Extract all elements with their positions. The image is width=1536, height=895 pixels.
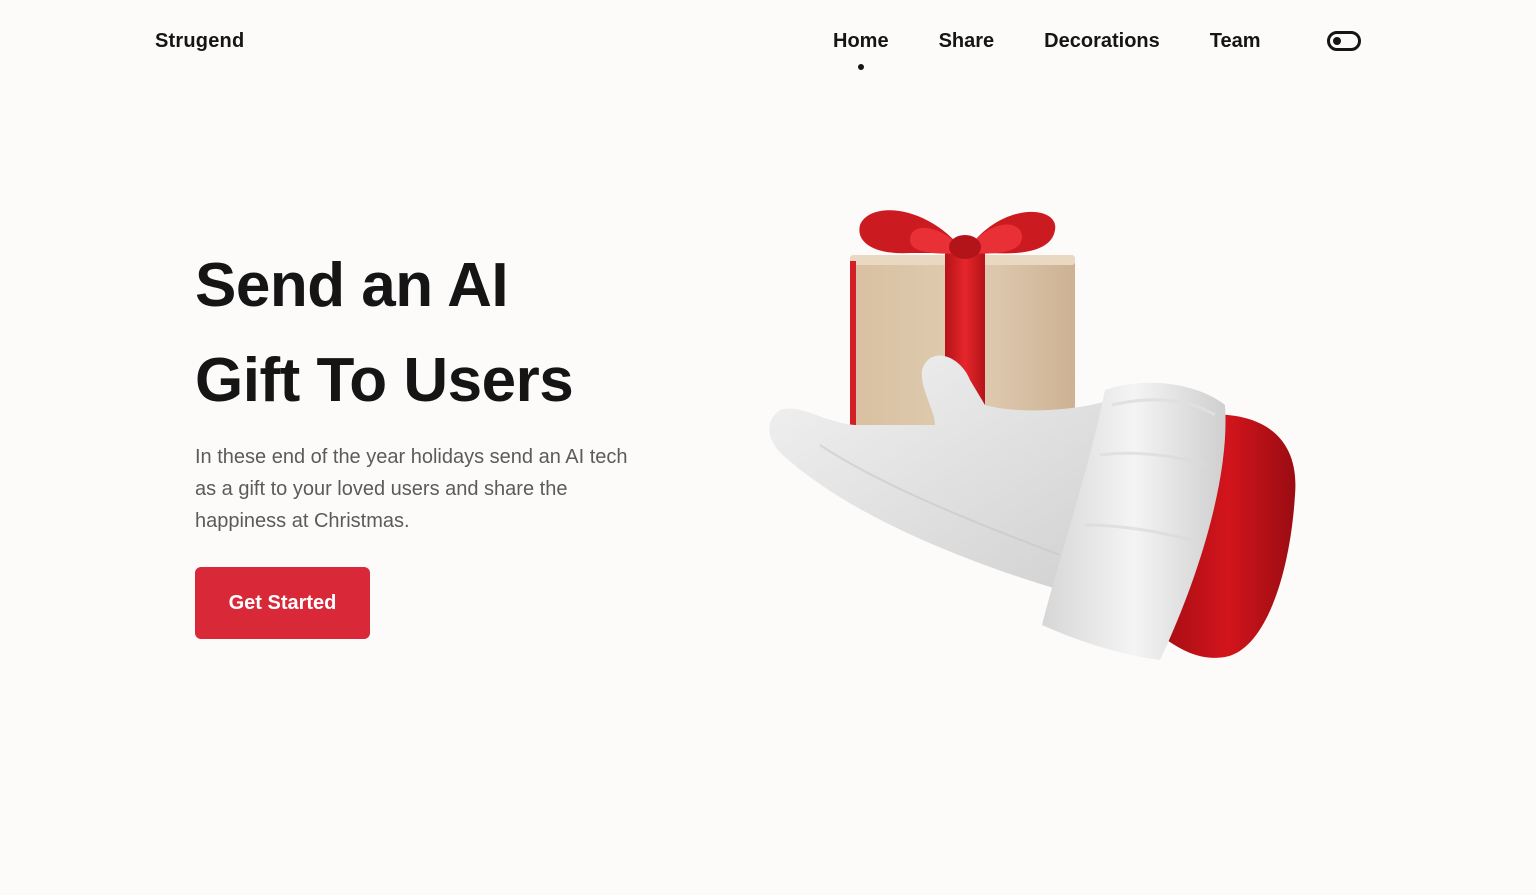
- theme-toggle-switch[interactable]: [1327, 31, 1361, 51]
- hero-title: Send an AI Gift To Users: [195, 238, 715, 428]
- toggle-switch-icon: [1333, 37, 1341, 45]
- hero-description: In these end of the year holidays send a…: [195, 446, 628, 532]
- site-header: Strugend Home Share Decorations Team: [0, 0, 1536, 90]
- nav-item-share[interactable]: Share: [939, 30, 995, 53]
- landing-page: Strugend Home Share Decorations Team Sen…: [0, 0, 1536, 895]
- gift-hand-icon: [769, 210, 1296, 660]
- get-started-button[interactable]: Get Started: [195, 567, 370, 639]
- nav-item-team[interactable]: Team: [1210, 30, 1261, 53]
- brand-logo[interactable]: Strugend: [155, 30, 244, 53]
- main-nav: Home Share Decorations Team: [833, 30, 1311, 53]
- hero-title-line-1: Send an AI: [195, 251, 509, 320]
- nav-item-home[interactable]: Home: [833, 30, 889, 53]
- santa-glove-gift-illustration: [760, 195, 1310, 670]
- nav-item-decorations[interactable]: Decorations: [1044, 30, 1160, 53]
- hero-title-line-2: Gift To Users: [195, 346, 574, 415]
